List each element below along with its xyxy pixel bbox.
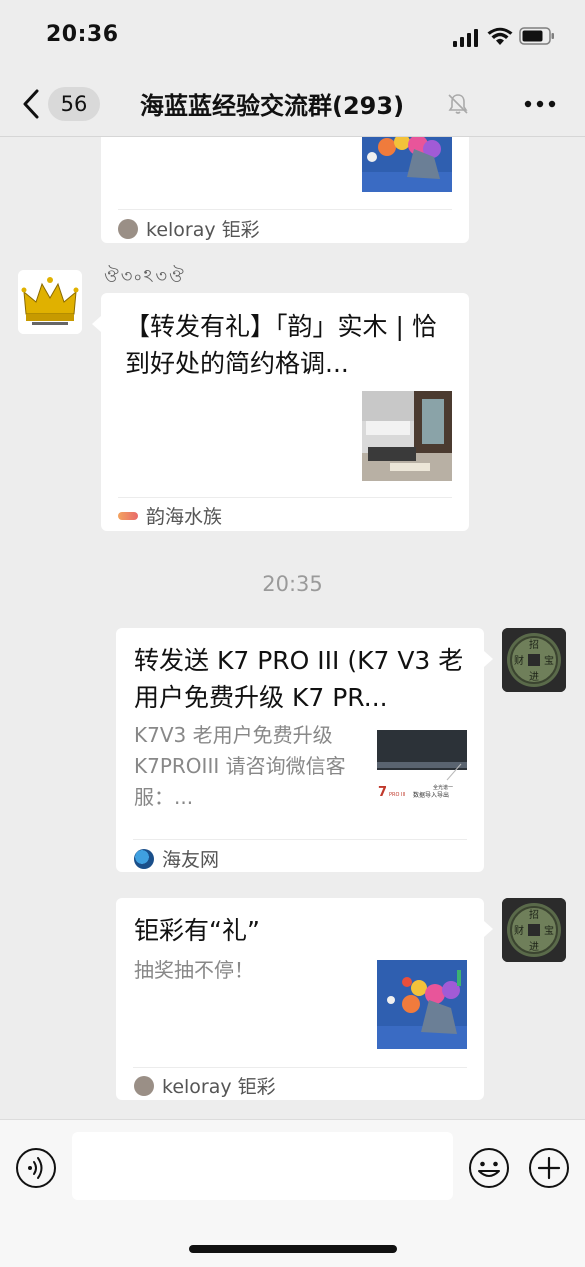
svg-text:财: 财 bbox=[514, 654, 524, 667]
link-card[interactable]: keloray 钜彩 bbox=[101, 137, 469, 243]
card-thumbnail bbox=[362, 391, 452, 481]
bubble-tail bbox=[92, 316, 101, 332]
link-card[interactable]: 转发送 K7 PRO III (K7 V3 老用户免费升级 K7 PR... K… bbox=[116, 628, 484, 872]
bubble-tail bbox=[484, 921, 493, 937]
link-card[interactable]: 【转发有礼】「韵」实木 | 恰到好处的简约格调... 韵海水族 bbox=[101, 293, 469, 531]
card-divider bbox=[133, 1067, 467, 1068]
coral-reef-image bbox=[377, 960, 467, 1049]
card-divider bbox=[118, 209, 452, 210]
voice-icon[interactable] bbox=[15, 1147, 57, 1189]
unread-count-badge[interactable]: 56 bbox=[48, 87, 100, 121]
link-card[interactable]: 钜彩有“礼” 抽奖抽不停！ keloray 钜彩 bbox=[116, 898, 484, 1100]
card-title: 钜彩有“礼” bbox=[134, 916, 260, 945]
sender-name: ঔ৩৹ঽ৩ঔ bbox=[104, 266, 186, 287]
chat-title: 海蓝蓝经验交流群(293) bbox=[140, 92, 405, 120]
card-divider bbox=[118, 497, 452, 498]
message-list[interactable]: keloray 钜彩 ঔ৩৹ঽ৩ঔ 【转发有礼】「韵」实木 | 恰到好处的简约格… bbox=[0, 137, 585, 1119]
card-source-name: keloray 钜彩 bbox=[146, 219, 260, 241]
emoji-icon[interactable] bbox=[468, 1147, 510, 1189]
svg-text:宝: 宝 bbox=[544, 924, 554, 937]
card-source: keloray 钜彩 bbox=[134, 1072, 276, 1099]
home-indicator bbox=[189, 1245, 397, 1253]
svg-text:招: 招 bbox=[529, 638, 539, 651]
timestamp: 20:35 bbox=[262, 572, 323, 596]
card-source-name: 海友网 bbox=[162, 849, 220, 871]
source-logo-icon bbox=[134, 848, 154, 869]
coral-reef-image bbox=[362, 137, 452, 192]
card-divider bbox=[133, 839, 467, 840]
ancient-coin-icon: 招 进 财 宝 bbox=[502, 898, 566, 962]
card-description: 抽奖抽不停！ bbox=[134, 958, 254, 982]
chevron-left-icon[interactable] bbox=[20, 88, 42, 120]
card-description: K7V3 老用户免费升级 K7PROIII 请咨询微信客服：... bbox=[134, 723, 346, 809]
svg-text:进: 进 bbox=[529, 671, 539, 683]
more-dots-icon[interactable] bbox=[522, 94, 558, 114]
battery-icon bbox=[519, 27, 554, 45]
svg-text:7: 7 bbox=[378, 785, 387, 800]
status-time: 20:36 bbox=[46, 22, 119, 47]
status-bar: 20:36 bbox=[0, 0, 585, 72]
plus-circle-icon[interactable] bbox=[528, 1147, 570, 1189]
sender-avatar[interactable] bbox=[18, 270, 82, 334]
card-thumbnail bbox=[362, 137, 452, 192]
card-title: 【转发有礼】「韵」实木 | 恰到好处的简约格调... bbox=[125, 312, 437, 378]
device-image: 7 PRO III 数据导入导出 全光谱一 bbox=[377, 726, 467, 806]
living-room-image bbox=[362, 391, 452, 481]
source-logo-icon bbox=[118, 511, 138, 520]
card-source: 海友网 bbox=[134, 845, 219, 872]
card-thumbnail bbox=[377, 960, 467, 1049]
bubble-tail bbox=[484, 651, 493, 667]
svg-text:进: 进 bbox=[529, 941, 539, 953]
card-source: 韵海水族 bbox=[118, 502, 222, 529]
ancient-coin-icon: 招 进 财 宝 bbox=[502, 628, 566, 692]
card-source-name: keloray 钜彩 bbox=[162, 1076, 276, 1098]
svg-text:招: 招 bbox=[529, 908, 539, 921]
crown-icon bbox=[18, 270, 82, 334]
svg-text:数据导入导出: 数据导入导出 bbox=[413, 791, 449, 799]
card-thumbnail: 7 PRO III 数据导入导出 全光谱一 bbox=[377, 726, 467, 806]
source-logo-icon bbox=[134, 1075, 154, 1096]
card-title: 转发送 K7 PRO III (K7 V3 老用户免费升级 K7 PR... bbox=[134, 646, 464, 712]
self-avatar[interactable]: 招 进 财 宝 bbox=[502, 628, 566, 692]
svg-text:全光谱一: 全光谱一 bbox=[433, 784, 453, 791]
svg-text:PRO III: PRO III bbox=[389, 792, 405, 798]
message-input[interactable] bbox=[72, 1132, 453, 1200]
source-logo-icon bbox=[118, 218, 138, 239]
wifi-icon bbox=[487, 27, 513, 45]
cellular-signal-icon bbox=[453, 29, 478, 47]
bell-slash-icon bbox=[448, 94, 468, 114]
svg-text:财: 财 bbox=[514, 924, 524, 937]
card-source-name: 韵海水族 bbox=[146, 506, 223, 528]
self-avatar[interactable]: 招 进 财 宝 bbox=[502, 898, 566, 962]
nav-bar: 56 海蓝蓝经验交流群(293) bbox=[0, 72, 585, 137]
svg-text:宝: 宝 bbox=[544, 654, 554, 667]
card-source: keloray 钜彩 bbox=[118, 215, 260, 242]
